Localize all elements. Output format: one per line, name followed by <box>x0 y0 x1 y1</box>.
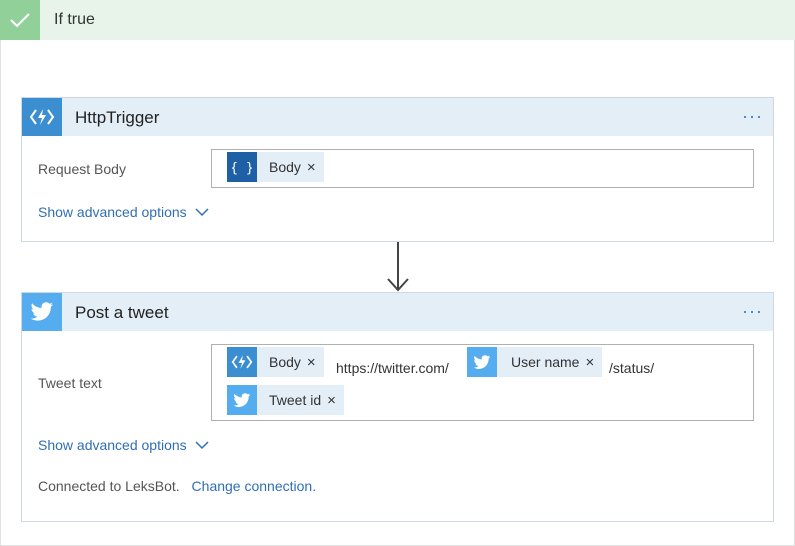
json-braces-icon: { } <box>227 152 257 182</box>
check-icon <box>0 0 40 40</box>
more-options-button[interactable]: ··· <box>742 301 763 322</box>
body-token[interactable]: Body × <box>227 347 324 377</box>
user-name-token-label: User name <box>511 354 580 370</box>
remove-token-icon[interactable]: × <box>307 159 324 176</box>
post-a-tweet-title: Post a tweet <box>75 303 169 322</box>
condition-header: If true <box>0 0 795 40</box>
show-advanced-options-label: Show advanced options <box>38 204 187 220</box>
body-token-label: Body <box>269 354 301 370</box>
body-token-label: Body <box>269 159 301 175</box>
tweet-id-token[interactable]: Tweet id × <box>227 385 344 415</box>
connection-info: Connected to LeksBot. Change connection. <box>38 478 316 494</box>
remove-token-icon[interactable]: × <box>327 392 344 409</box>
http-trigger-header[interactable]: HttpTrigger ··· <box>22 98 773 136</box>
twitter-icon <box>227 385 257 415</box>
condition-title: If true <box>54 11 95 28</box>
show-advanced-options-label: Show advanced options <box>38 437 187 453</box>
change-connection-link[interactable]: Change connection. <box>192 478 317 494</box>
svg-text:{ }: { } <box>232 161 252 176</box>
request-body-input[interactable]: { } Body × <box>211 149 754 188</box>
twitter-icon <box>467 347 497 377</box>
tweet-url-text: https://twitter.com/ <box>336 360 449 376</box>
chevron-down-icon <box>195 208 209 217</box>
remove-token-icon[interactable]: × <box>585 354 602 371</box>
http-trigger-card: HttpTrigger ··· Request Body { } Body × … <box>21 97 774 242</box>
more-options-button[interactable]: ··· <box>742 106 763 127</box>
status-text: /status/ <box>609 360 655 376</box>
tweet-id-token-label: Tweet id <box>269 392 322 408</box>
body-token[interactable]: { } Body × <box>227 152 324 182</box>
twitter-icon <box>22 293 62 331</box>
post-a-tweet-header[interactable]: Post a tweet ··· <box>22 293 773 331</box>
azure-function-icon <box>227 347 257 377</box>
flow-arrow-icon <box>387 242 409 292</box>
user-name-token[interactable]: User name × <box>467 347 603 377</box>
show-advanced-options-link[interactable]: Show advanced options <box>38 204 209 220</box>
post-a-tweet-card: Post a tweet ··· Tweet text Body × https… <box>21 292 774 522</box>
show-advanced-options-link[interactable]: Show advanced options <box>38 437 209 453</box>
remove-token-icon[interactable]: × <box>307 354 324 371</box>
chevron-down-icon <box>195 441 209 450</box>
request-body-label: Request Body <box>38 161 126 177</box>
http-trigger-title: HttpTrigger <box>75 108 160 127</box>
tweet-text-input[interactable]: Body × https://twitter.com/ User name × … <box>211 344 754 421</box>
connected-text: Connected to LeksBot. <box>38 478 180 494</box>
tweet-text-label: Tweet text <box>38 375 102 391</box>
azure-function-icon <box>22 98 62 136</box>
